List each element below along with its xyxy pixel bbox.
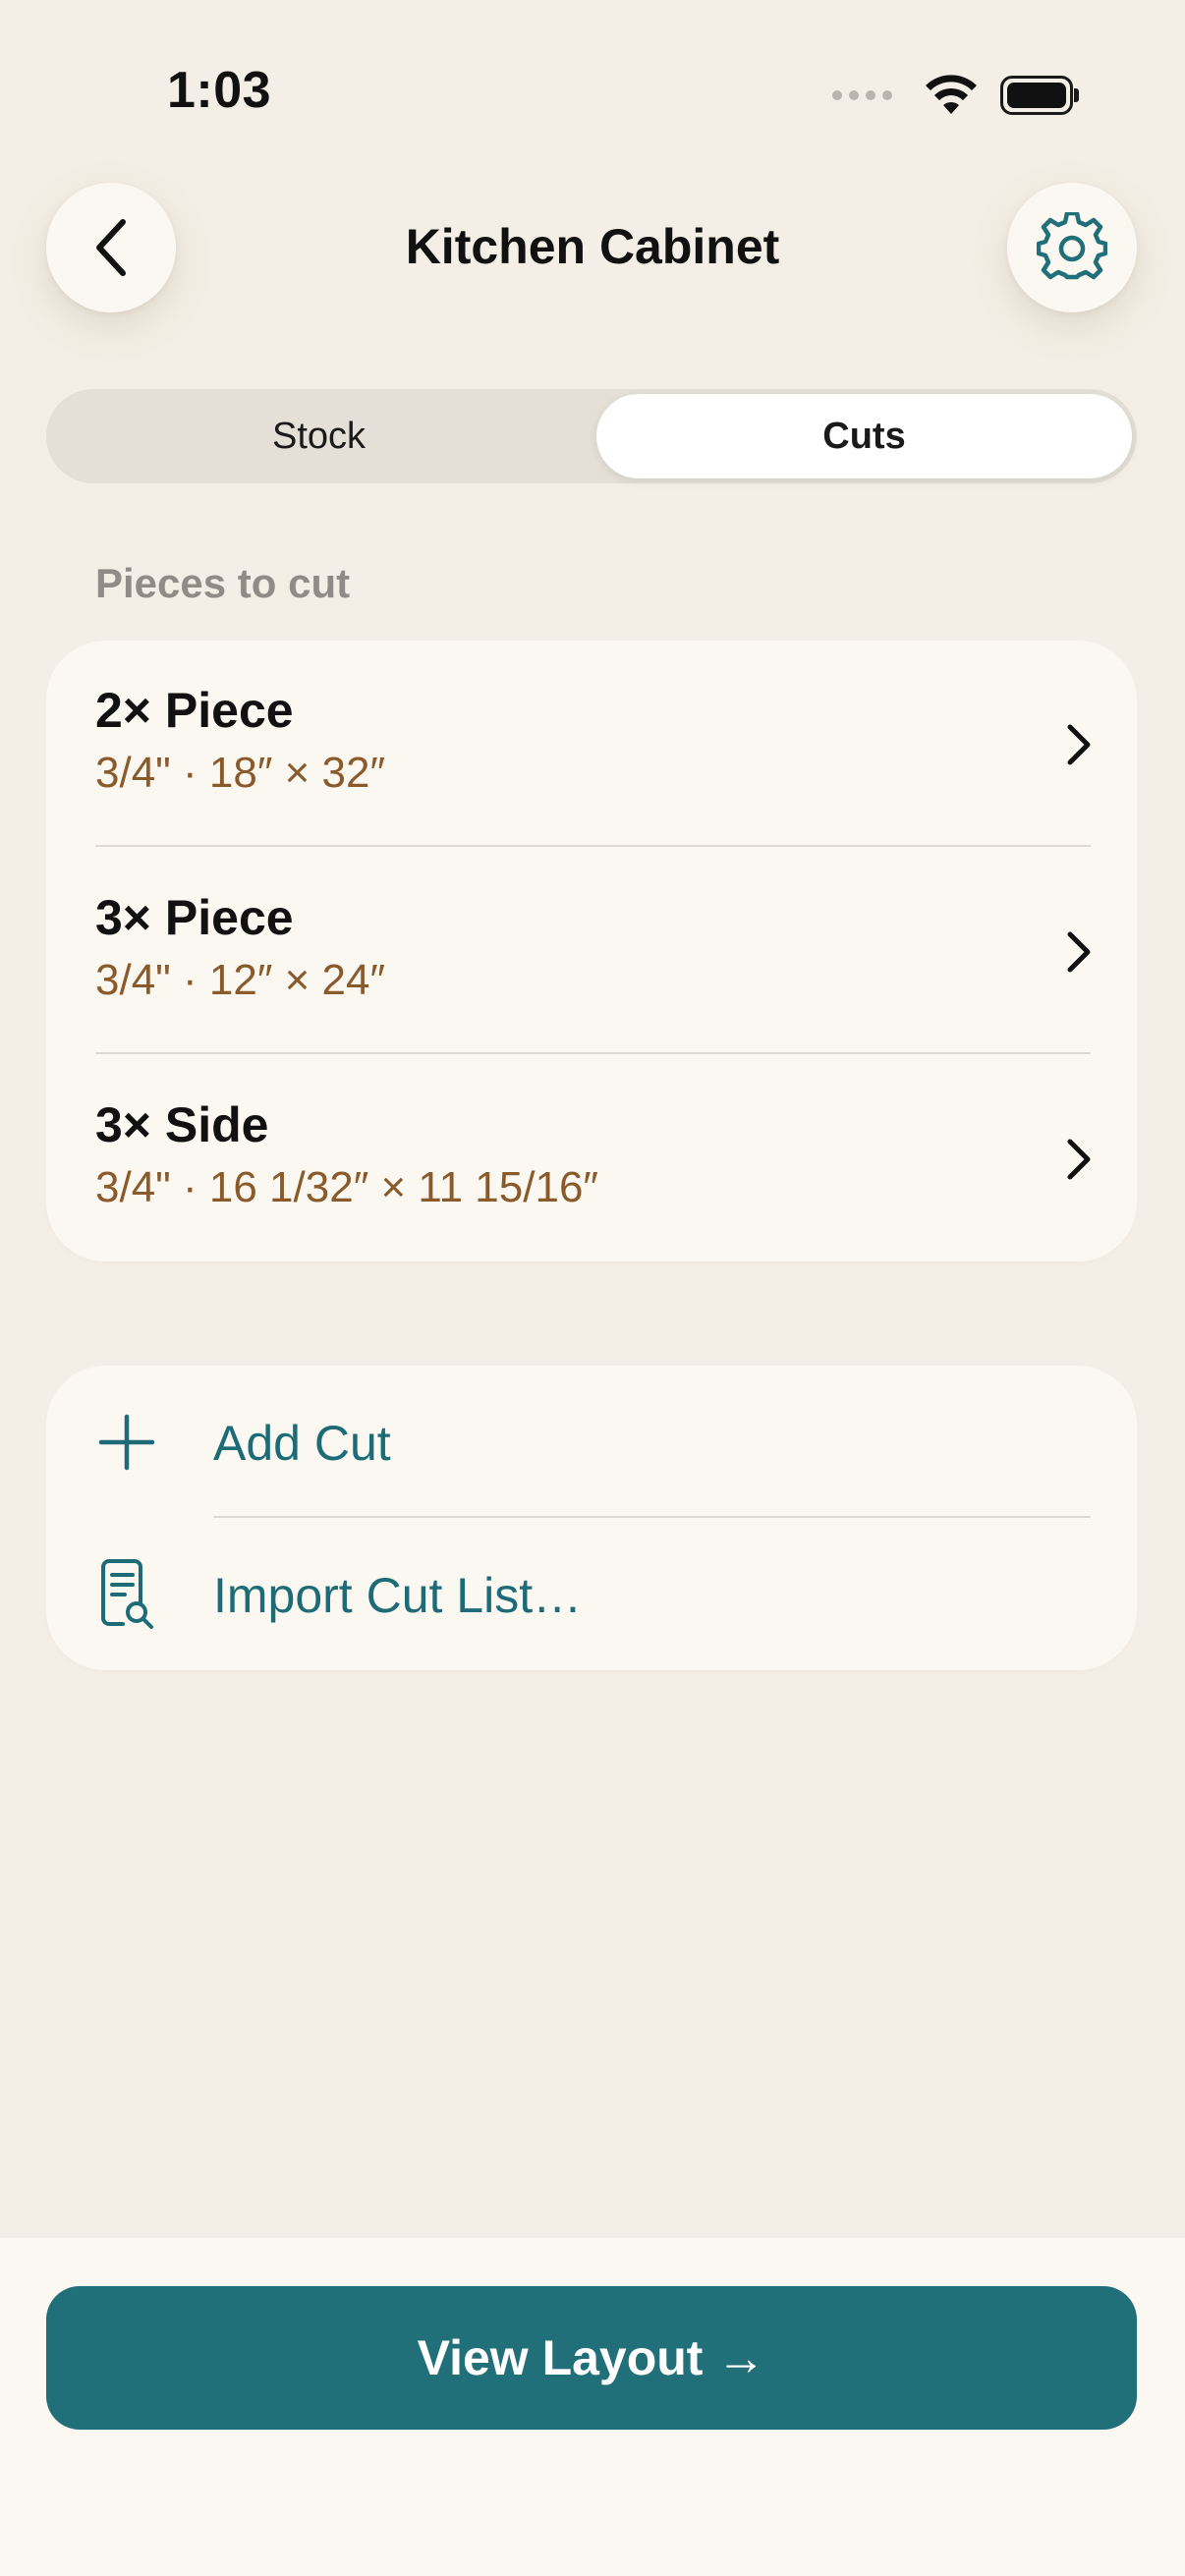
cellular-signal-icon [832,90,892,100]
wifi-icon [926,75,977,114]
import-cut-list-label: Import Cut List… [213,1568,583,1623]
cut-detail: 3/4" · 18″ × 32″ [95,749,386,797]
plus-icon [98,1414,155,1471]
settings-button[interactable] [1007,183,1137,312]
segment-cuts[interactable]: Cuts [596,394,1132,478]
segmented-control: Stock Cuts [46,389,1137,483]
section-label: Pieces to cut [95,560,351,606]
add-cut-button[interactable]: Add Cut [46,1366,1137,1518]
chevron-right-icon [1067,724,1091,765]
cut-detail: 3/4" · 12″ × 24″ [95,956,386,1004]
bottom-bar: View Layout → [0,2238,1185,2576]
row-divider [95,1052,1091,1054]
cut-row[interactable]: 3× Side 3/4" · 16 1/32″ × 11 15/16″ [46,1055,1137,1261]
cut-row[interactable]: 3× Piece 3/4" · 12″ × 24″ [46,848,1137,1054]
view-layout-button[interactable]: View Layout → [46,2286,1137,2430]
cut-title: 2× Piece [95,683,294,738]
status-indicators [832,71,1079,120]
chevron-right-icon [1067,1139,1091,1180]
add-cut-label: Add Cut [213,1416,391,1471]
status-time: 1:03 [167,62,272,119]
gear-icon [1037,212,1107,280]
cuts-list: 2× Piece 3/4" · 18″ × 32″ 3× Piece 3/4" … [46,641,1137,1261]
row-divider [95,845,1091,847]
cut-detail: 3/4" · 16 1/32″ × 11 15/16″ [95,1163,598,1211]
cut-row[interactable]: 2× Piece 3/4" · 18″ × 32″ [46,641,1137,847]
screen: 1:03 Kitchen Cabinet Stock Cuts Pieces t… [0,0,1185,2576]
cut-title: 3× Side [95,1097,269,1152]
segment-stock[interactable]: Stock [46,389,592,483]
actions-list: Add Cut Import Cut List… [46,1366,1137,1670]
document-search-icon [101,1559,153,1629]
import-cut-list-button[interactable]: Import Cut List… [46,1518,1137,1670]
battery-icon [1000,76,1079,115]
cut-title: 3× Piece [95,890,294,945]
chevron-right-icon [1067,931,1091,973]
